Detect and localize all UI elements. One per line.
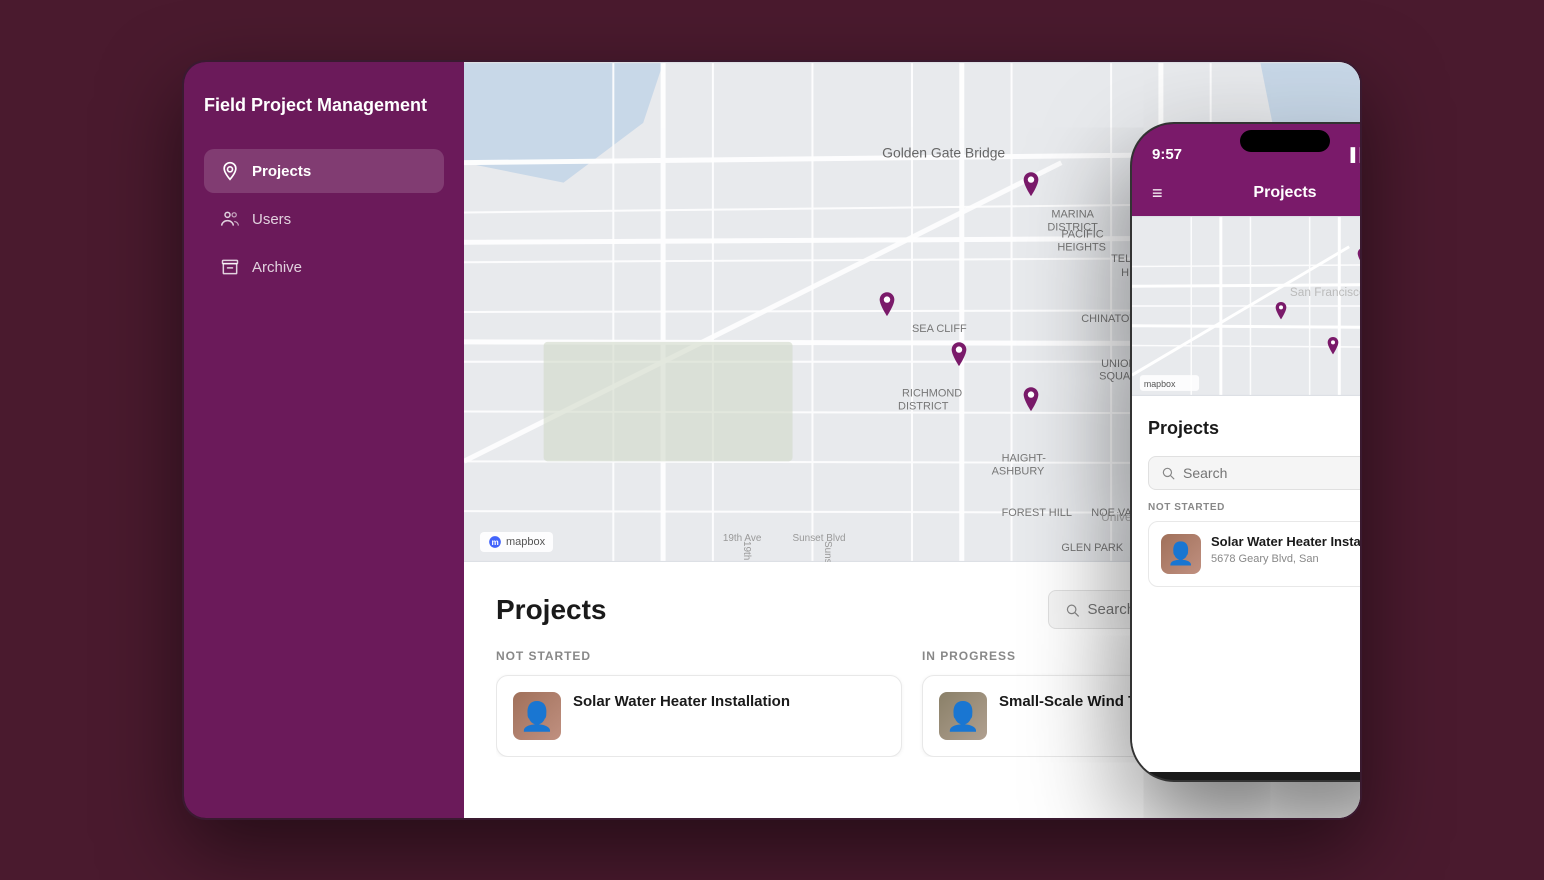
phone-search-icon [1161, 466, 1175, 480]
svg-text:Sunset Blvd: Sunset Blvd [793, 533, 846, 544]
mapbox-label: mapbox [506, 536, 545, 548]
phone-time: 9:57 [1152, 146, 1182, 163]
sidebar: Field Project Management Projects [184, 62, 464, 818]
col-not-started: NOT STARTED 👤 Solar Water Heater Install… [496, 649, 902, 757]
svg-text:Golden Gate Bridge: Golden Gate Bridge [882, 145, 1005, 161]
sidebar-item-archive[interactable]: Archive [204, 245, 444, 289]
avatar-person-icon: 👤 [513, 692, 561, 740]
app-title: Field Project Management [204, 94, 444, 117]
mapbox-watermark: m mapbox [480, 532, 553, 552]
svg-text:m: m [492, 538, 499, 547]
svg-text:19th Ave: 19th Ave [741, 541, 752, 562]
tablet-device: Field Project Management Projects [182, 60, 1362, 820]
svg-text:Sunset Blvd: Sunset Blvd [822, 541, 833, 562]
phone-search-bar[interactable] [1148, 456, 1362, 490]
col-label-not-started: NOT STARTED [496, 649, 902, 663]
nav-label-archive: Archive [252, 259, 302, 276]
svg-text:RICHMOND: RICHMOND [902, 388, 962, 400]
map-pin-4 [1020, 387, 1042, 420]
phone-project-card-solar[interactable]: 👤 Solar Water Heater Installation 5678 G… [1148, 521, 1362, 587]
signal-icon: ▐▐▐ [1346, 147, 1362, 162]
project-card-solar[interactable]: 👤 Solar Water Heater Installation [496, 675, 902, 757]
avatar-person-wind-icon: 👤 [939, 692, 987, 740]
nav-label-projects: Projects [252, 163, 311, 180]
svg-text:San Francisco: San Francisco [1290, 285, 1362, 299]
users-icon [220, 209, 240, 229]
phone-map-pin-1 [1355, 248, 1362, 273]
sidebar-item-users[interactable]: Users [204, 197, 444, 241]
project-info-solar: Solar Water Heater Installation [573, 692, 885, 712]
sidebar-item-projects[interactable]: Projects [204, 149, 444, 193]
status-icons: ▐▐▐ 📶 🔋 [1346, 146, 1362, 162]
map-pin-3 [948, 342, 970, 375]
search-icon [1065, 602, 1080, 618]
archive-icon [220, 257, 240, 277]
svg-text:MARINA: MARINA [1051, 208, 1094, 220]
svg-text:FOREST HILL: FOREST HILL [1002, 507, 1072, 519]
svg-text:HAIGHT-: HAIGHT- [1002, 452, 1047, 464]
map-pin-1 [1020, 172, 1042, 205]
phone-search-input[interactable] [1183, 465, 1362, 481]
phone-project-info-solar: Solar Water Heater Installation 5678 Gea… [1211, 534, 1362, 565]
phone-header-title: Projects [1253, 184, 1316, 202]
location-icon [220, 161, 240, 181]
phone-header: ≡ Projects [1132, 174, 1362, 216]
svg-text:SEA CLIFF: SEA CLIFF [912, 323, 967, 335]
phone-projects-title: Projects [1148, 418, 1219, 439]
svg-text:HEIGHTS: HEIGHTS [1057, 241, 1106, 253]
svg-text:DISTRICT: DISTRICT [898, 401, 949, 413]
phone-avatar-icon: 👤 [1161, 534, 1201, 574]
phone-project-avatar-solar: 👤 [1161, 534, 1201, 574]
svg-text:ASHBURY: ASHBURY [992, 465, 1045, 477]
phone-projects-header: Projects + [1148, 412, 1362, 444]
svg-text:DISTRICT: DISTRICT [1047, 221, 1098, 233]
hamburger-icon[interactable]: ≡ [1152, 183, 1163, 204]
phone-device: 9:57 ▐▐▐ 📶 🔋 ≡ Projects [1130, 122, 1362, 782]
phone-map: San Francisco mapbox ℹ [1132, 216, 1362, 396]
svg-text:GLEN PARK: GLEN PARK [1061, 542, 1123, 554]
phone-status-bar: 9:57 ▐▐▐ 📶 🔋 [1132, 124, 1362, 174]
phone-col-label-not-started: NOT STARTED [1148, 502, 1225, 513]
phone-map-pin-3 [1325, 337, 1341, 362]
project-avatar-wind: 👤 [939, 692, 987, 740]
phone-col-labels: NOT STARTED IN PRO... [1148, 502, 1362, 513]
phone-body: San Francisco mapbox ℹ [1132, 216, 1362, 772]
phone-projects-section: Projects + NOT STARTED [1132, 396, 1362, 772]
phone-project-name-solar: Solar Water Heater Installation [1211, 534, 1362, 551]
project-avatar-solar: 👤 [513, 692, 561, 740]
map-pin-2 [876, 292, 898, 325]
dynamic-island [1240, 130, 1330, 152]
project-name-solar: Solar Water Heater Installation [573, 692, 885, 712]
svg-text:mapbox: mapbox [1144, 379, 1176, 389]
phone-project-addr-solar: 5678 Geary Blvd, San [1211, 553, 1362, 565]
projects-title: Projects [496, 594, 607, 626]
phone-map-pin-2 [1273, 302, 1289, 327]
nav-label-users: Users [252, 211, 291, 228]
